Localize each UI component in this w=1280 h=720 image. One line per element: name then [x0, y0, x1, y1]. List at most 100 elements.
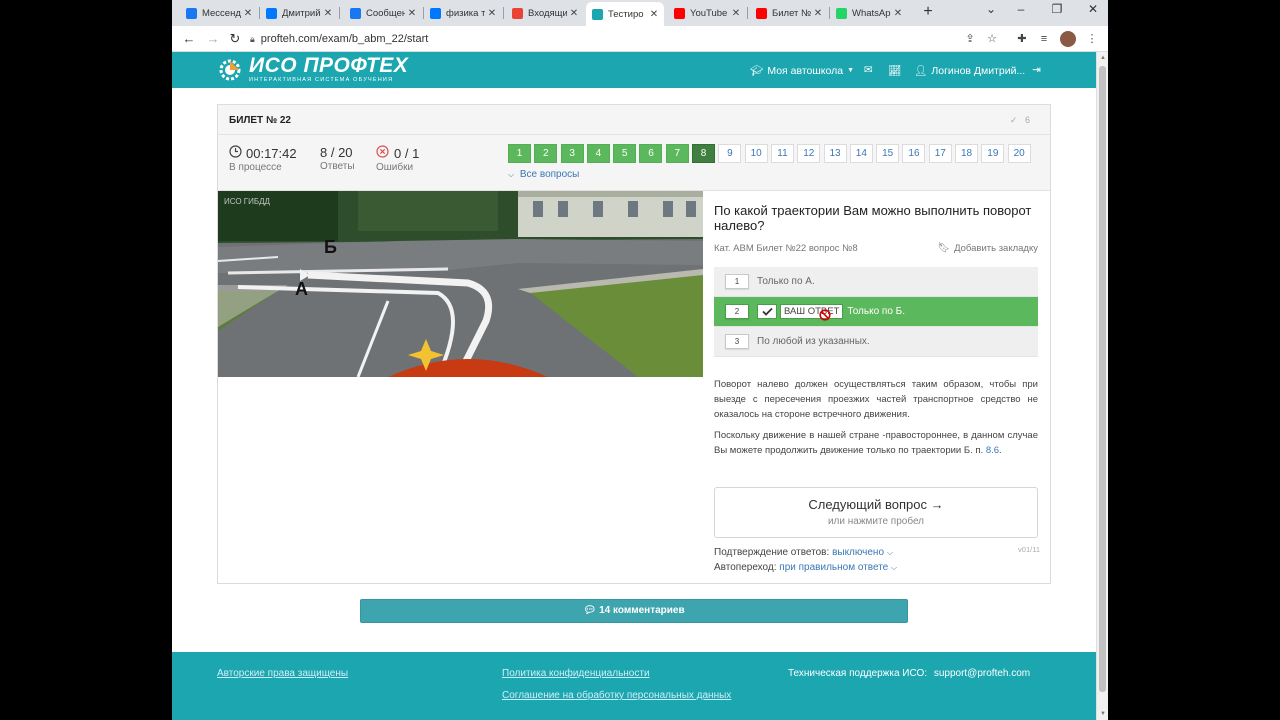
question-number-8[interactable]: 8 — [692, 144, 716, 163]
answer-number: 3 — [725, 334, 749, 349]
question-number-17[interactable]: 17 — [928, 144, 952, 163]
copyright-link[interactable]: Авторские права защищены — [217, 668, 348, 679]
question-number-20[interactable]: 20 — [1007, 144, 1031, 163]
agreement-link[interactable]: Соглашение на обработку персональных дан… — [502, 690, 731, 701]
question-number-14[interactable]: 14 — [849, 144, 873, 163]
comments-icon: 💬︎ — [583, 605, 597, 616]
school-menu[interactable]: 🎓︎ Моя автошкола ▼ — [750, 64, 854, 78]
address-bar[interactable]: 🔒︎ profteh.com/exam/b_abm_22/start — [250, 29, 1030, 49]
question-number-9[interactable]: 9 — [718, 144, 742, 163]
browser-tab[interactable]: Сообщени✕ — [344, 3, 422, 23]
confirm-dropdown[interactable]: выключено ⌵ — [832, 547, 893, 558]
question-number-11[interactable]: 11 — [770, 144, 794, 163]
question-number-16[interactable]: 16 — [902, 144, 926, 163]
reading-list-icon[interactable]: ≡ — [1036, 31, 1052, 47]
browser-tab[interactable]: YouTube ✕ — [668, 3, 746, 23]
tab-title: YouTube — [690, 7, 728, 19]
profteh-favicon-icon — [592, 8, 603, 20]
page-scrollbar[interactable]: ▲ ▼ — [1096, 52, 1108, 720]
question-number-10[interactable]: 10 — [744, 144, 768, 163]
site-footer: Авторские права защищены Политика конфид… — [172, 652, 1096, 720]
mail-icon[interactable]: ✉ — [864, 64, 873, 76]
school-menu-label: Моя автошкола — [767, 64, 844, 77]
question-number-6[interactable]: 6 — [639, 144, 663, 163]
close-tab-icon[interactable]: ✕ — [485, 8, 499, 19]
back-icon[interactable]: ← — [180, 30, 198, 48]
errors-stat: 0 / 1 Ошибки — [376, 145, 419, 173]
answer-option-3[interactable]: 3 По любой из указанных. — [714, 327, 1038, 357]
new-tab-button[interactable]: + — [918, 3, 938, 23]
browser-tab[interactable]: Мессендж✕ — [180, 3, 258, 23]
bookmark-star-icon[interactable]: ☆ — [984, 31, 1000, 47]
close-tab-icon[interactable]: ✕ — [321, 8, 335, 19]
scroll-up-icon[interactable]: ▲ — [1099, 55, 1107, 61]
tab-title: Сообщени — [366, 7, 405, 19]
tab-title: WhatsApp — [852, 7, 891, 19]
question-number-4[interactable]: 4 — [586, 144, 610, 163]
close-tab-icon[interactable]: ✕ — [405, 8, 419, 19]
all-questions-toggle[interactable]: ⌵ Все вопросы — [508, 169, 579, 180]
next-question-button[interactable]: Следующий вопрос → или нажмите пробел — [714, 487, 1038, 538]
question-number-1[interactable]: 1 — [508, 144, 531, 163]
tab-search-icon[interactable]: ⌄ — [976, 2, 1006, 16]
chevron-down-icon: ⌵ — [508, 170, 515, 179]
add-bookmark-button[interactable]: 🔖︎ Добавить закладку — [937, 243, 1038, 254]
checkmark-icon — [757, 304, 777, 319]
scrollbar-thumb[interactable] — [1099, 66, 1106, 692]
profile-avatar[interactable] — [1060, 31, 1076, 47]
question-number-15[interactable]: 15 — [876, 144, 900, 163]
answers-stat: 8 / 20 Ответы — [320, 145, 355, 172]
close-window-icon[interactable]: ✕ — [1078, 2, 1108, 16]
question-number-12[interactable]: 12 — [797, 144, 821, 163]
close-tab-icon[interactable]: ✕ — [567, 8, 581, 19]
menu-icon[interactable]: ⋮ — [1084, 31, 1100, 47]
close-tab-icon[interactable]: ✕ — [241, 8, 255, 19]
question-number-7[interactable]: 7 — [665, 144, 689, 163]
messenger-icon — [350, 7, 361, 19]
question-number-19[interactable]: 19 — [981, 144, 1005, 163]
share-icon[interactable]: ⇪ — [962, 31, 978, 47]
extensions-icon[interactable]: ✚ — [1014, 31, 1030, 47]
logout-icon[interactable]: ⇥ — [1032, 64, 1041, 76]
messenger-icon — [186, 7, 197, 19]
tab-separator — [503, 7, 504, 19]
close-tab-icon[interactable]: ✕ — [811, 8, 825, 19]
autonext-dropdown[interactable]: при правильном ответе ⌵ — [779, 562, 897, 573]
browser-tab[interactable]: физика т ✕ — [424, 3, 502, 23]
close-tab-icon[interactable]: ✕ — [891, 8, 905, 19]
reload-icon[interactable]: ↻ — [226, 30, 244, 48]
browser-tab[interactable]: Входящи ✕ — [506, 3, 584, 23]
answer-option-1[interactable]: 1 Только по А. — [714, 267, 1038, 297]
browser-tab[interactable]: WhatsApp✕ — [830, 3, 908, 23]
answer-option-2[interactable]: 2 ВАШ ОТВЕТ Только по Б. — [714, 297, 1038, 327]
vk-icon — [266, 7, 277, 19]
question-number-2[interactable]: 2 — [534, 144, 558, 163]
browser-toolbar: ← → ↻ 🔒︎ profteh.com/exam/b_abm_22/start… — [172, 26, 1108, 52]
timer-value: 00:17:42 — [246, 145, 297, 161]
rule-link[interactable]: 8.6 — [986, 445, 999, 456]
comments-button[interactable]: 💬︎ 14 комментариев — [360, 599, 908, 623]
logo-title: ИСО ПРОФТЕХ — [249, 54, 409, 77]
stats-icon[interactable]: 📈︎ — [888, 64, 901, 77]
browser-tab[interactable]: Тестиро ✕ — [586, 2, 664, 26]
browser-tab[interactable]: Дмитрий ✕ — [260, 3, 338, 23]
question-number-5[interactable]: 5 — [613, 144, 637, 163]
browser-tab[interactable]: Билет № ✕ — [750, 3, 828, 23]
answer-number: 2 — [725, 304, 749, 319]
question-number-13[interactable]: 13 — [823, 144, 847, 163]
scroll-down-icon[interactable]: ▼ — [1099, 711, 1107, 717]
restore-icon[interactable]: ❐ — [1042, 2, 1072, 16]
whatsapp-icon — [836, 7, 847, 19]
minimize-icon[interactable]: – — [1006, 2, 1036, 16]
site-logo[interactable]: ИСО ПРОФТЕХ ИНТЕРАКТИВНАЯ СИСТЕМА ОБУЧЕН… — [218, 54, 409, 83]
privacy-link[interactable]: Политика конфиденциальности — [502, 668, 650, 679]
support-email[interactable]: support@profteh.com — [934, 668, 1030, 679]
close-tab-icon[interactable]: ✕ — [729, 8, 743, 19]
question-number-18[interactable]: 18 — [955, 144, 979, 163]
close-tab-icon[interactable]: ✕ — [647, 9, 661, 20]
question-number-3[interactable]: 3 — [560, 144, 584, 163]
answers-value: 8 / 20 — [320, 145, 353, 160]
forward-icon[interactable]: → — [204, 30, 222, 48]
user-menu[interactable]: 👤︎ Логинов Дмитрий... — [914, 64, 1025, 78]
answer-text: Только по А. — [757, 276, 815, 287]
